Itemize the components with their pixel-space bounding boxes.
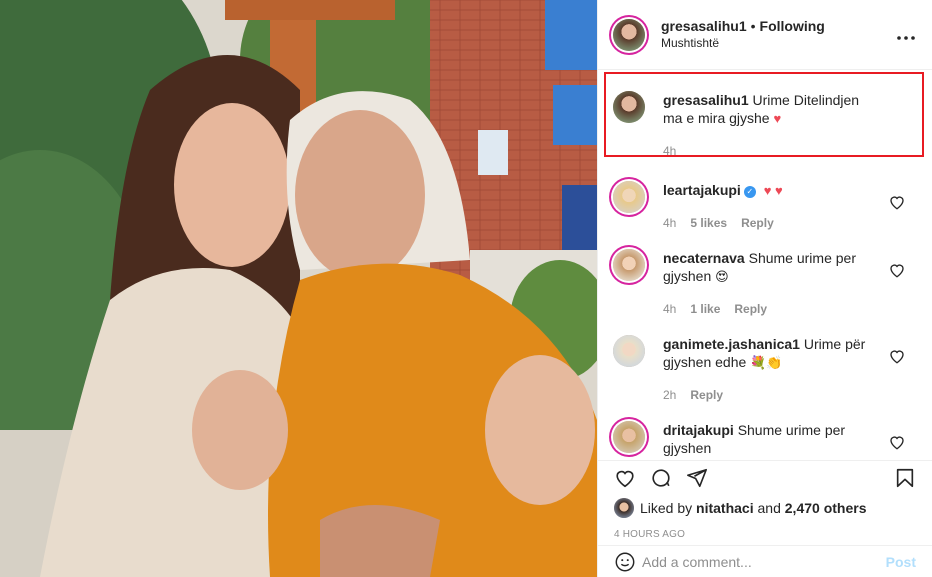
separator-dot: • [750,17,756,34]
liked-user[interactable]: nitathaci [696,500,754,516]
caption-time[interactable]: 4h [663,142,676,160]
location-link[interactable]: Mushtishtë [661,35,894,52]
comment-time[interactable]: 4h [663,300,676,318]
post-photo[interactable] [0,0,597,577]
comment-likes[interactable]: 5 likes [690,214,727,232]
add-comment-bar: Add a comment... Post [598,545,932,577]
heart-icon[interactable] [614,467,636,489]
comment-emoji: 💐👏 [750,355,783,370]
photo-illustration [0,0,597,577]
comment-item: ganimete.jashanica1 Urime për gjyshen ed… [613,335,916,404]
liked-count[interactable]: 2,470 others [785,500,867,516]
commenter-avatar[interactable] [613,249,645,281]
comment-emoji: 😍 [715,269,729,284]
heart-icon[interactable] [888,347,906,365]
heart-icon[interactable] [888,193,906,211]
liker-avatar[interactable] [614,498,634,518]
commenter-avatar[interactable] [613,421,645,453]
post-actions: Liked by nitathaci and 2,470 others 4 HO… [598,460,932,540]
commenter-username[interactable]: leartajakupi [663,182,741,198]
commenter-username[interactable]: dritajakupi [663,422,734,438]
comment-item: dritajakupi Shume urime per gjyshen [613,421,916,457]
emoji-icon[interactable] [614,551,636,573]
caption: gresasalihu1 Urime Ditelindjen ma e mira… [613,91,916,160]
verified-icon: ✓ [743,186,756,198]
comment-item: necaternava Shume urime per gjyshen 😍 4h… [613,249,916,318]
caption-avatar[interactable] [613,91,645,123]
heart-emoji: ♥ [773,111,782,126]
comment-icon[interactable] [650,467,672,489]
liked-prefix: Liked by [640,500,693,516]
commenter-avatar[interactable] [613,181,645,213]
reply-button[interactable]: Reply [741,214,774,232]
commenter-username[interactable]: ganimete.jashanica1 [663,336,800,352]
post-header: gresasalihu1 • Following Mushtishtë [598,0,932,70]
comment-input[interactable]: Add a comment... [642,554,886,570]
liked-by: Liked by nitathaci and 2,470 others [614,498,916,518]
commenter-avatar[interactable] [613,335,645,367]
heart-icon[interactable] [888,433,906,451]
post-side-panel: gresasalihu1 • Following Mushtishtë gresas… [597,0,932,577]
action-icons-row [614,461,916,491]
instagram-post-modal: gresasalihu1 • Following Mushtishtë gresas… [0,0,932,577]
more-options-icon[interactable] [894,24,918,45]
reply-button[interactable]: Reply [734,300,767,318]
bookmark-icon[interactable] [894,467,916,489]
comment-time[interactable]: 2h [663,386,676,404]
reply-button[interactable]: Reply [690,386,723,404]
commenter-username[interactable]: necaternava [663,250,745,266]
author-avatar[interactable] [613,18,645,51]
author-username[interactable]: gresasalihu1 [661,18,747,34]
liked-mid: and [757,500,781,516]
comment-likes[interactable]: 1 like [690,300,720,318]
post-timestamp[interactable]: 4 HOURS AGO [614,529,916,540]
share-icon[interactable] [686,467,708,489]
heart-icon[interactable] [888,261,906,279]
post-button[interactable]: Post [886,554,916,570]
caption-username[interactable]: gresasalihu1 [663,92,749,108]
comments-list[interactable]: gresasalihu1 Urime Ditelindjen ma e mira… [598,71,932,460]
comment-emoji: ♥ ♥ [763,183,783,198]
following-button[interactable]: Following [760,18,825,34]
comment-time[interactable]: 4h [663,214,676,232]
comment-item: leartajakupi ✓ ♥ ♥ 4h 5 likes Reply [613,181,916,232]
